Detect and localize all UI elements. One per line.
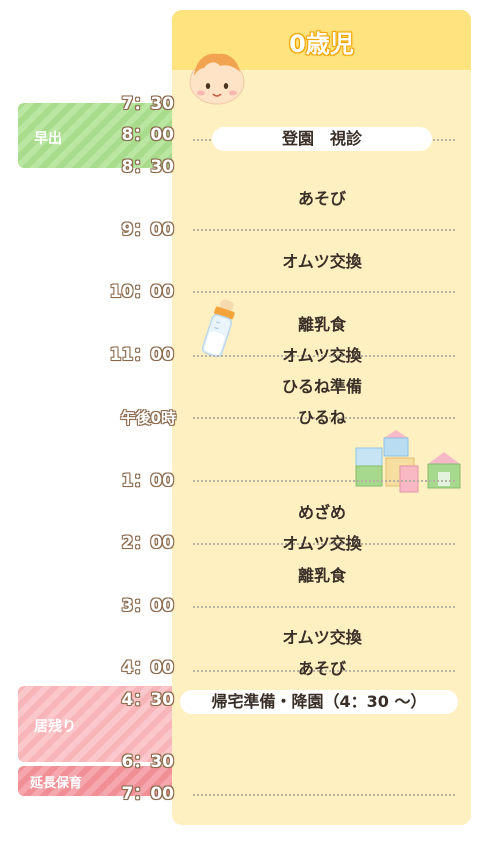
time-label: 3：00 — [121, 596, 175, 616]
activity-arrival: 登園 視診 — [212, 127, 432, 151]
activity-baby-food: 離乳食 — [297, 566, 346, 585]
time-label: 8：30 — [121, 157, 175, 177]
activity-nap-prep: ひるね準備 — [281, 377, 362, 396]
activity-play: あそび — [297, 189, 346, 208]
baby-face-icon — [189, 53, 245, 105]
time-label: 8：00 — [121, 125, 175, 145]
activity-departure: 帰宅準備・降園（4：30 ～） — [180, 690, 458, 714]
time-label: 7：30 — [121, 94, 175, 114]
toy-blocks-icon — [355, 430, 461, 493]
activity-baby-food: 離乳食 — [297, 315, 346, 334]
activity-nap: ひるね — [297, 408, 346, 427]
timeline-line-10-00 — [193, 291, 455, 293]
activity-diaper: オムツ交換 — [282, 534, 362, 553]
extended-care-label: 延長保育 — [30, 776, 83, 791]
time-label: 1：00 — [121, 471, 175, 491]
time-label: 9：00 — [121, 220, 175, 240]
stay-label: 居残り — [34, 719, 76, 735]
time-label: 10：00 — [109, 282, 174, 302]
time-label: 4：00 — [121, 658, 175, 678]
timeline-line-3-00 — [193, 606, 455, 608]
activity-diaper: オムツ交換 — [282, 628, 362, 647]
time-label: 4：30 — [121, 690, 175, 710]
time-label: 11：00 — [109, 345, 174, 365]
activity-play: あそび — [297, 659, 346, 678]
timeline-line-7-00 — [193, 794, 455, 796]
time-label: 7：00 — [121, 784, 175, 804]
timeline-line-1-00 — [193, 480, 455, 482]
activity-wake: めざめ — [297, 503, 346, 522]
time-label: 午後0時 — [120, 409, 176, 427]
early-care-label: 早出 — [34, 131, 62, 147]
timeline-line-9-00 — [193, 229, 455, 231]
activity-diaper: オムツ交換 — [282, 346, 362, 365]
time-label: 6：30 — [121, 752, 175, 772]
time-label: 2：00 — [121, 533, 175, 553]
activity-diaper: オムツ交換 — [282, 252, 362, 271]
